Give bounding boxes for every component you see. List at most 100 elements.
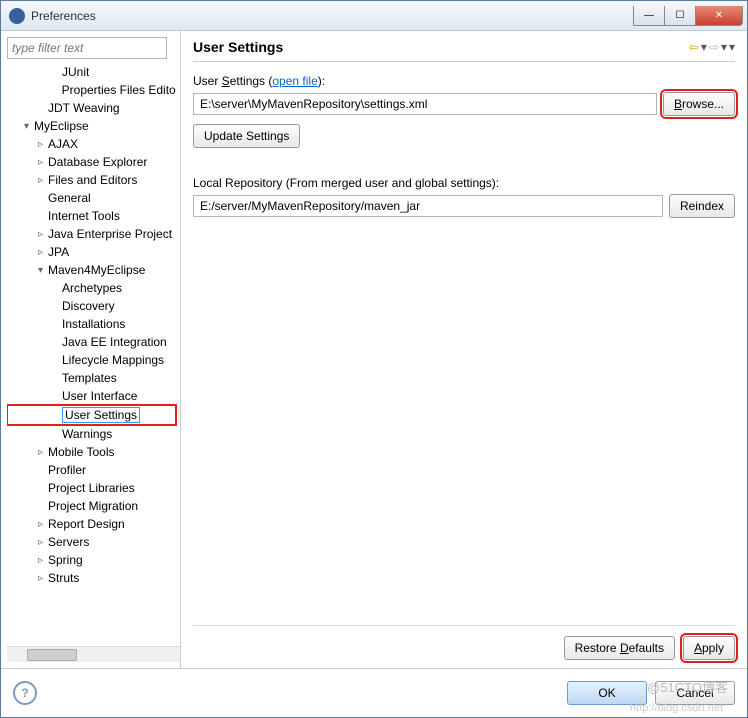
tree-item[interactable]: JUnit	[7, 63, 176, 81]
right-panel: User Settings ⇦ ▾ ⇨ ▾ ▾ User Settings (o…	[181, 31, 747, 668]
tree-item[interactable]: ▹Database Explorer	[7, 153, 176, 171]
tree-item[interactable]: ▹Spring	[7, 551, 176, 569]
tree-item-label: Spring	[48, 553, 83, 567]
tree-item[interactable]: Project Libraries	[7, 479, 176, 497]
back-icon[interactable]: ⇦	[689, 40, 699, 54]
close-button[interactable]: ✕	[695, 6, 743, 26]
twisty-closed-icon[interactable]: ▹	[35, 447, 46, 458]
open-file-link[interactable]: open file	[272, 74, 317, 88]
tree-item-label: Project Libraries	[48, 481, 135, 495]
window-title: Preferences	[31, 9, 634, 23]
twisty-closed-icon[interactable]: ▹	[35, 247, 46, 258]
tree-item[interactable]: User Interface	[7, 387, 176, 405]
apply-button[interactable]: Apply	[683, 636, 735, 660]
tree-item-label: Warnings	[62, 427, 112, 441]
page-title: User Settings	[193, 39, 689, 55]
twisty-closed-icon[interactable]: ▹	[35, 229, 46, 240]
twisty-closed-icon[interactable]: ▹	[35, 555, 46, 566]
tree-item-label: User Settings	[62, 407, 140, 423]
tree-item-label: Database Explorer	[48, 155, 147, 169]
ok-button[interactable]: OK	[567, 681, 647, 705]
twisty-closed-icon[interactable]: ▹	[35, 537, 46, 548]
restore-defaults-button[interactable]: Restore Defaults	[564, 636, 675, 660]
update-settings-button[interactable]: Update Settings	[193, 124, 300, 148]
twisty-closed-icon[interactable]: ▹	[35, 519, 46, 530]
tree-item[interactable]: ▾MyEclipse	[7, 117, 176, 135]
tree-item[interactable]: ▹Mobile Tools	[7, 443, 176, 461]
tree-item-label: Maven4MyEclipse	[48, 263, 145, 277]
menu-icon[interactable]: ▾	[729, 40, 735, 54]
twisty-closed-icon[interactable]: ▹	[35, 175, 46, 186]
tree-item-label: Archetypes	[62, 281, 122, 295]
tree-item[interactable]: Java EE Integration	[7, 333, 176, 351]
tree-item-label: JDT Weaving	[48, 101, 120, 115]
tree-item-label: Java EE Integration	[62, 335, 167, 349]
nav-icons: ⇦ ▾ ⇨ ▾ ▾	[689, 40, 735, 54]
tree-item[interactable]: User Settings	[7, 405, 176, 425]
back-menu-icon[interactable]: ▾	[701, 40, 707, 54]
tree-item-label: Profiler	[48, 463, 86, 477]
window-buttons: — ☐ ✕	[634, 6, 743, 26]
left-panel: JUnit Properties Files Editor JDT Weaving ▾…	[1, 31, 181, 668]
tree-item[interactable]: Installations	[7, 315, 176, 333]
twisty-closed-icon[interactable]: ▹	[35, 139, 46, 150]
tree-item[interactable]: Properties Files Editor	[7, 81, 176, 99]
tree-item[interactable]: Internet Tools	[7, 207, 176, 225]
tree-item[interactable]: ▹Java Enterprise Project	[7, 225, 176, 243]
tree-item[interactable]: ▾Maven4MyEclipse	[7, 261, 176, 279]
twisty-open-icon[interactable]: ▾	[35, 265, 46, 276]
filter-input[interactable]	[7, 37, 167, 59]
tree-item-label: MyEclipse	[34, 119, 89, 133]
tree-item-label: User Interface	[62, 389, 137, 403]
tree-item-label: General	[48, 191, 91, 205]
tree-item[interactable]: ▹Report Design	[7, 515, 176, 533]
user-settings-label: User Settings (open file):	[193, 74, 735, 88]
tree-item-label: JUnit	[62, 65, 89, 79]
forward-icon[interactable]: ⇨	[709, 40, 719, 54]
tree-item-label: Internet Tools	[48, 209, 120, 223]
app-icon	[9, 8, 25, 24]
browse-button[interactable]: BBrowse...rowse...	[663, 92, 735, 116]
tree-item-label: Struts	[48, 571, 79, 585]
tree-item-label: Files and Editors	[48, 173, 137, 187]
user-settings-input[interactable]	[193, 93, 657, 115]
tree-item-label: Java Enterprise Project	[48, 227, 172, 241]
tree-item[interactable]: Lifecycle Mappings	[7, 351, 176, 369]
tree-item[interactable]: JDT Weaving	[7, 99, 176, 117]
tree-item-label: Project Migration	[48, 499, 138, 513]
tree-item[interactable]: ▹JPA	[7, 243, 176, 261]
horizontal-scrollbar[interactable]	[7, 646, 180, 662]
tree-item-label: Discovery	[62, 299, 115, 313]
tree-item-label: JPA	[48, 245, 69, 259]
maximize-button[interactable]: ☐	[664, 6, 696, 26]
tree-item[interactable]: Profiler	[7, 461, 176, 479]
tree-item-label: Installations	[62, 317, 125, 331]
tree-item[interactable]: Discovery	[7, 297, 176, 315]
tree-item-label: Properties Files Editor	[62, 83, 176, 97]
twisty-open-icon[interactable]: ▾	[21, 121, 32, 132]
minimize-button[interactable]: —	[633, 6, 665, 26]
tree-item[interactable]: Templates	[7, 369, 176, 387]
twisty-closed-icon[interactable]: ▹	[35, 573, 46, 584]
titlebar[interactable]: Preferences — ☐ ✕	[1, 1, 747, 31]
cancel-button[interactable]: Cancel	[655, 681, 735, 705]
tree-item[interactable]: ▹Files and Editors	[7, 171, 176, 189]
tree-item[interactable]: Project Migration	[7, 497, 176, 515]
preferences-window: Preferences — ☐ ✕ JUnit Properties Files …	[0, 0, 748, 718]
preference-tree[interactable]: JUnit Properties Files Editor JDT Weaving ▾…	[7, 63, 180, 646]
reindex-button[interactable]: Reindex	[669, 194, 735, 218]
tree-item[interactable]: Warnings	[7, 425, 176, 443]
tree-item[interactable]: ▹Struts	[7, 569, 176, 587]
tree-item-label: Report Design	[48, 517, 125, 531]
footer: ? OK Cancel	[1, 669, 747, 717]
tree-item[interactable]: ▹Servers	[7, 533, 176, 551]
help-icon[interactable]: ?	[13, 681, 37, 705]
tree-item-label: Templates	[62, 371, 117, 385]
tree-item[interactable]: General	[7, 189, 176, 207]
tree-item[interactable]: Archetypes	[7, 279, 176, 297]
forward-menu-icon[interactable]: ▾	[721, 40, 727, 54]
twisty-closed-icon[interactable]: ▹	[35, 157, 46, 168]
local-repo-input	[193, 195, 663, 217]
tree-item[interactable]: ▹AJAX	[7, 135, 176, 153]
tree-item-label: Servers	[48, 535, 89, 549]
